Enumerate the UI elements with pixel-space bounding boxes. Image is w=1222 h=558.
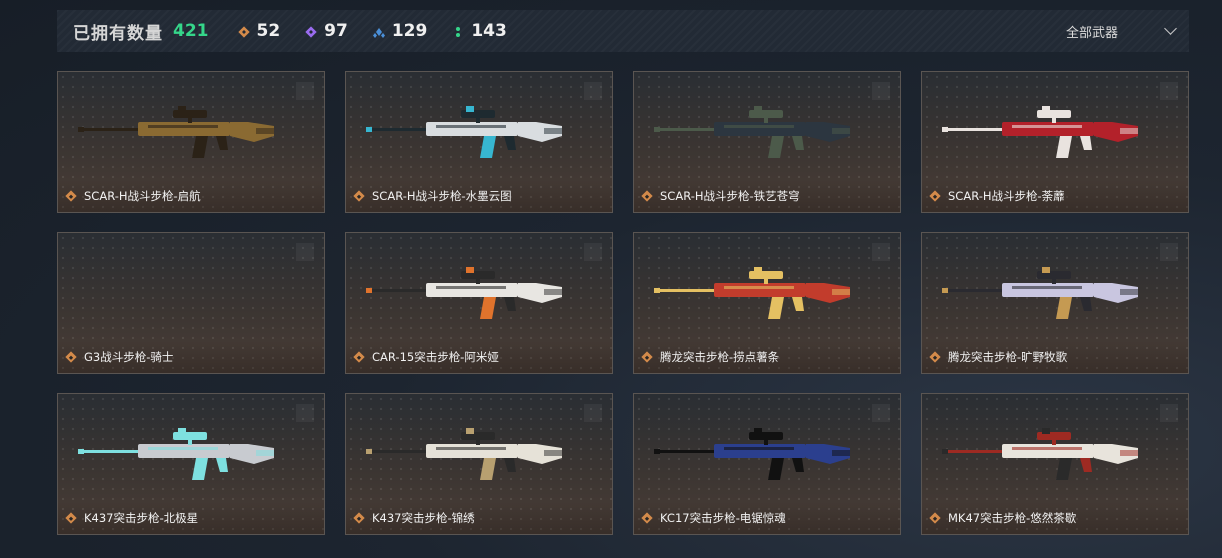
orange-diamond-icon <box>929 512 941 524</box>
weapon-image <box>654 92 882 172</box>
weapon-name: 腾龙突击步枪-旷野牧歌 <box>948 350 1068 364</box>
weapon-image <box>942 414 1170 494</box>
weapon-image <box>366 92 594 172</box>
orange-diamond-icon <box>65 351 77 363</box>
card-corner-decoration <box>296 243 314 261</box>
weapon-card[interactable]: SCAR-H战斗步枪-启航 <box>57 71 325 213</box>
weapon-card[interactable]: SCAR-H战斗步枪-荼蘼 <box>921 71 1189 213</box>
rarity-stat-value: 129 <box>391 21 428 41</box>
orange-diamond-icon <box>641 190 653 202</box>
blue-cluster-icon <box>372 24 386 38</box>
weapon-card[interactable]: MK47突击步枪-悠然茶歇 <box>921 393 1189 535</box>
weapon-card[interactable]: 腾龙突击步枪-旷野牧歌 <box>921 232 1189 374</box>
weapon-card[interactable]: SCAR-H战斗步枪-水墨云图 <box>345 71 613 213</box>
owned-count-value: 421 <box>173 21 209 41</box>
weapon-image <box>78 92 306 172</box>
chevron-down-icon <box>1164 22 1177 35</box>
weapon-card[interactable]: KC17突击步枪-电锯惊魂 <box>633 393 901 535</box>
weapon-name: SCAR-H战斗步枪-铁艺苍穹 <box>660 189 800 203</box>
weapon-image <box>654 253 882 333</box>
weapon-image <box>942 92 1170 172</box>
weapon-name: 腾龙突击步枪-捞点薯条 <box>660 350 780 364</box>
weapon-filter-label: 全部武器 <box>1065 25 1118 41</box>
weapon-card[interactable]: CAR-15突击步枪-阿米娅 <box>345 232 613 374</box>
rarity-stat-blue: 129 <box>372 21 428 41</box>
orange-diamond-icon <box>641 512 653 524</box>
weapon-card[interactable]: SCAR-H战斗步枪-铁艺苍穹 <box>633 71 901 213</box>
orange-diamond-icon <box>353 351 365 363</box>
orange-diamond-icon <box>237 24 251 38</box>
weapon-card[interactable]: K437突击步枪-锦绣 <box>345 393 613 535</box>
weapon-name: SCAR-H战斗步枪-启航 <box>84 189 201 203</box>
weapon-card[interactable]: G3战斗步枪-骑士 <box>57 232 325 374</box>
rarity-stat-green: 143 <box>451 21 507 41</box>
weapon-name: SCAR-H战斗步枪-水墨云图 <box>372 189 512 203</box>
rarity-stat-value: 143 <box>471 21 507 41</box>
weapon-card[interactable]: K437突击步枪-北极星 <box>57 393 325 535</box>
weapon-card[interactable]: 腾龙突击步枪-捞点薯条 <box>633 232 901 374</box>
weapon-filter-dropdown[interactable]: 全部武器 <box>1065 10 1177 52</box>
inventory-header: 已拥有数量 421 52 97 129 143 全部武器 <box>57 10 1189 52</box>
orange-diamond-icon <box>353 190 365 202</box>
orange-diamond-icon <box>65 512 77 524</box>
weapon-name: SCAR-H战斗步枪-荼蘼 <box>948 189 1065 203</box>
weapon-image <box>366 414 594 494</box>
weapon-name: G3战斗步枪-骑士 <box>84 350 174 364</box>
weapon-name: CAR-15突击步枪-阿米娅 <box>372 350 499 364</box>
weapon-name: MK47突击步枪-悠然茶歇 <box>948 511 1077 525</box>
rarity-stat-value: 52 <box>256 21 281 41</box>
weapon-image <box>78 414 306 494</box>
rarity-stat-purple: 97 <box>304 21 348 41</box>
green-dots-icon <box>451 24 465 38</box>
orange-diamond-icon <box>641 351 653 363</box>
rarity-stat-orange: 52 <box>237 21 281 41</box>
owned-count-label: 已拥有数量 <box>73 23 163 44</box>
orange-diamond-icon <box>929 190 941 202</box>
weapon-name: KC17突击步枪-电锯惊魂 <box>660 511 786 525</box>
purple-diamond-icon <box>304 24 318 38</box>
weapon-name: K437突击步枪-锦绣 <box>372 511 475 525</box>
orange-diamond-icon <box>65 190 77 202</box>
weapon-image <box>654 414 882 494</box>
orange-diamond-icon <box>929 351 941 363</box>
weapon-name: K437突击步枪-北极星 <box>84 511 199 525</box>
weapon-image <box>366 253 594 333</box>
weapon-image <box>942 253 1170 333</box>
orange-diamond-icon <box>353 512 365 524</box>
rarity-stat-value: 97 <box>324 21 348 41</box>
